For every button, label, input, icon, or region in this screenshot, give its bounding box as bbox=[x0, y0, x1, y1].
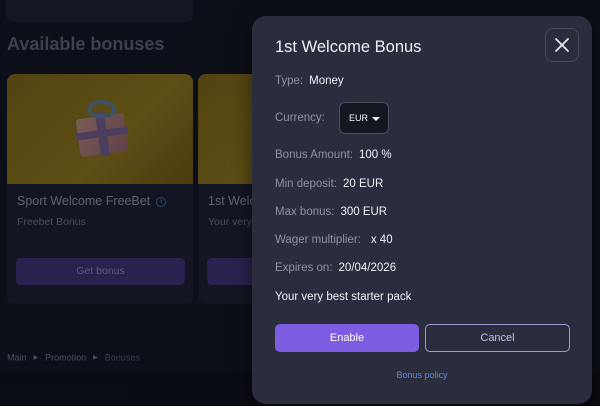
min-deposit-label: Min deposit: bbox=[275, 178, 338, 190]
bonus-details-modal: 1st Welcome Bonus Type: Money Currency: E… bbox=[252, 16, 592, 404]
currency-label: Currency: bbox=[275, 112, 325, 124]
bonus-amount-row: Bonus Amount: 100 % bbox=[275, 149, 392, 161]
enable-button[interactable]: Enable bbox=[275, 324, 419, 352]
close-icon bbox=[555, 38, 569, 52]
bonus-policy-link[interactable]: Bonus policy bbox=[252, 370, 592, 380]
wager-multiplier-label: Wager multiplier: bbox=[275, 234, 361, 246]
type-value: Money bbox=[309, 75, 344, 87]
bonus-amount-label: Bonus Amount: bbox=[275, 149, 353, 161]
modal-title: 1st Welcome Bonus bbox=[275, 38, 422, 56]
bonus-amount-value: 100 % bbox=[359, 149, 392, 161]
currency-select[interactable]: EUR bbox=[339, 102, 389, 134]
currency-row: Currency: bbox=[275, 112, 325, 124]
expires-on-value: 20/04/2026 bbox=[338, 262, 397, 274]
wager-multiplier-value: x 40 bbox=[370, 234, 393, 246]
type-row: Type: Money bbox=[275, 75, 344, 87]
max-bonus-label: Max bonus: bbox=[275, 206, 335, 218]
bonus-description: Your very best starter pack bbox=[275, 291, 412, 303]
min-deposit-row: Min deposit: 20 EUR bbox=[275, 178, 383, 190]
caret-down-icon bbox=[372, 117, 380, 121]
expires-on-row: Expires on: 20/04/2026 bbox=[275, 262, 396, 274]
type-label: Type: bbox=[275, 75, 304, 87]
close-button[interactable] bbox=[545, 28, 579, 62]
expires-on-label: Expires on: bbox=[275, 262, 333, 274]
max-bonus-row: Max bonus: 300 EUR bbox=[275, 206, 387, 218]
wager-multiplier-row: Wager multiplier: x 40 bbox=[275, 234, 393, 246]
max-bonus-value: 300 EUR bbox=[340, 206, 388, 218]
min-deposit-value: 20 EUR bbox=[343, 178, 384, 190]
cancel-button[interactable]: Cancel bbox=[425, 324, 570, 352]
currency-selected-value: EUR bbox=[349, 113, 369, 123]
